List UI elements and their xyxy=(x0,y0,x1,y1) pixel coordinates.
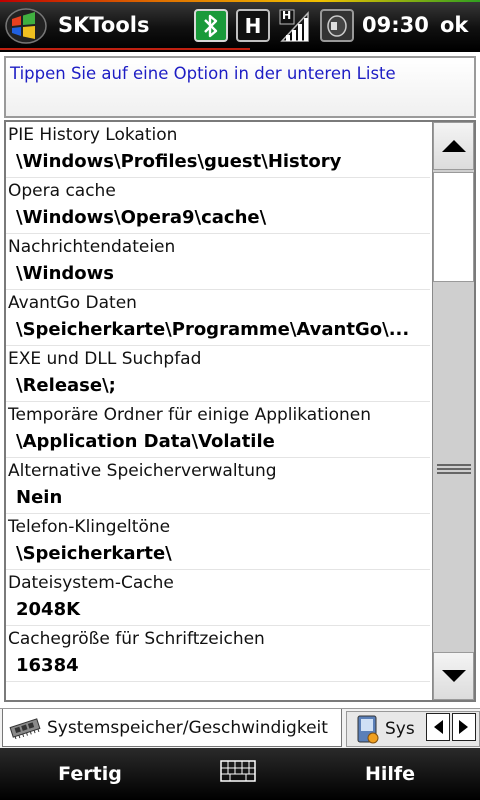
item-label: Cachegröße für Schriftzeichen xyxy=(8,629,265,649)
list-item[interactable]: Telefon-Klingeltöne \Speicherkarte\ xyxy=(6,514,430,570)
item-value: \Speicherkarte\Programme\AvantGo\... xyxy=(16,319,410,340)
arrow-left-icon xyxy=(434,720,443,734)
arrow-right-icon xyxy=(459,720,468,734)
main-content: Tippen Sie auf eine Option in der untere… xyxy=(0,52,480,708)
softkey-bar: Fertig Hilfe xyxy=(0,748,480,800)
list-item[interactable]: Cachegröße für Schriftzeichen 16384 xyxy=(6,626,430,682)
ok-button[interactable]: ok xyxy=(440,13,468,37)
title-bar-progress-line xyxy=(0,48,250,50)
item-value: Nein xyxy=(16,487,63,508)
scroll-up-button[interactable] xyxy=(433,122,474,170)
item-label: Temporäre Ordner für einige Applikatione… xyxy=(8,405,371,425)
info-box: Tippen Sie auf eine Option in der untere… xyxy=(4,56,476,118)
title-bar: SKTools H H 09:30 ok xyxy=(0,0,480,52)
item-value: \Speicherkarte\ xyxy=(16,543,172,564)
vertical-scrollbar[interactable] xyxy=(432,122,474,700)
tab-label: Sys xyxy=(385,719,415,739)
done-button[interactable]: Fertig xyxy=(0,748,180,800)
item-label: EXE und DLL Suchpfad xyxy=(8,349,202,369)
item-value: \Windows\Opera9\cache\ xyxy=(16,207,267,228)
list-item[interactable]: Alternative Speicherverwaltung Nein xyxy=(6,458,430,514)
list-item[interactable]: Nachrichtendateien \Windows xyxy=(6,234,430,290)
item-value: \Application Data\Volatile xyxy=(16,431,275,452)
signal-icon[interactable]: H xyxy=(278,9,312,42)
info-text: Tippen Sie auf eine Option in der untere… xyxy=(10,64,396,83)
item-label: Telefon-Klingeltöne xyxy=(8,517,171,537)
item-label: PIE History Lokation xyxy=(8,125,178,145)
item-label: Alternative Speicherverwaltung xyxy=(8,461,277,481)
item-label: Opera cache xyxy=(8,181,116,201)
windows-start-icon[interactable] xyxy=(4,7,48,45)
item-label: Dateisystem-Cache xyxy=(8,573,174,593)
list-item[interactable]: PIE History Lokation \Windows\Profiles\g… xyxy=(6,122,430,178)
scroll-grip-icon[interactable] xyxy=(437,459,471,474)
bluetooth-icon[interactable] xyxy=(194,9,228,42)
item-value: 2048K xyxy=(16,599,81,620)
app-title: SKTools xyxy=(58,13,150,37)
hspa-letter: H xyxy=(244,13,262,38)
tab-strip: Systemspeicher/Geschwindigkeit Sys xyxy=(0,708,480,748)
list-item[interactable]: Temporäre Ordner für einige Applikatione… xyxy=(6,402,430,458)
settings-list-frame: PIE History Lokation \Windows\Profiles\g… xyxy=(4,120,476,702)
list-item[interactable]: Opera cache \Windows\Opera9\cache\ xyxy=(6,178,430,234)
signal-letter: H xyxy=(282,9,292,22)
arrow-up-icon xyxy=(441,140,466,152)
list-item[interactable]: EXE und DLL Suchpfad \Release\; xyxy=(6,346,430,402)
arrow-down-icon xyxy=(441,670,466,682)
tab-label: Systemspeicher/Geschwindigkeit xyxy=(47,717,328,738)
item-value: 16384 xyxy=(16,655,79,676)
tab-scroll-right-button[interactable] xyxy=(452,713,476,741)
clock[interactable]: 09:30 xyxy=(362,13,429,37)
settings-list[interactable]: PIE History Lokation \Windows\Profiles\g… xyxy=(6,122,430,700)
item-value: \Release\; xyxy=(16,375,116,396)
list-item[interactable]: AvantGo Daten \Speicherkarte\Programme\A… xyxy=(6,290,430,346)
item-value: \Windows xyxy=(16,263,115,284)
keyboard-icon[interactable] xyxy=(220,760,256,782)
hspa-icon[interactable]: H xyxy=(236,9,270,42)
list-item[interactable]: Dateisystem-Cache 2048K xyxy=(6,570,430,626)
volume-icon[interactable] xyxy=(320,9,354,42)
tab-systemspeicher[interactable]: Systemspeicher/Geschwindigkeit xyxy=(2,709,342,747)
scroll-thumb[interactable] xyxy=(433,172,474,282)
device-icon xyxy=(357,715,379,744)
tab-scroll-left-button[interactable] xyxy=(426,713,450,741)
item-label: AvantGo Daten xyxy=(8,293,137,313)
help-button[interactable]: Hilfe xyxy=(300,748,480,800)
item-value: \Windows\Profiles\guest\History xyxy=(16,151,342,172)
title-bar-accent xyxy=(0,0,480,2)
item-label: Nachrichtendateien xyxy=(8,237,176,257)
memory-chip-icon xyxy=(9,717,41,739)
scroll-down-button[interactable] xyxy=(433,652,474,700)
